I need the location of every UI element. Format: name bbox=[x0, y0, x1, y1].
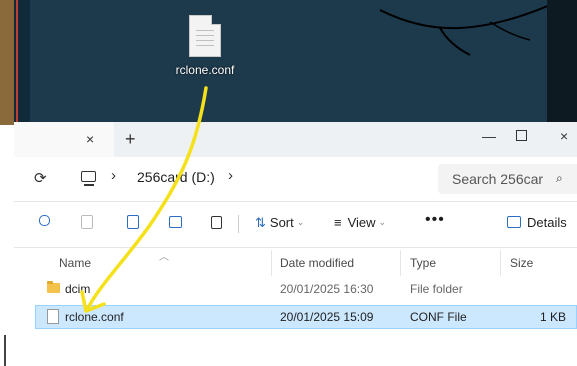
chevron-right-icon[interactable]: › bbox=[228, 167, 233, 184]
view-icon: ≡ bbox=[334, 215, 342, 230]
column-type[interactable]: Type bbox=[410, 256, 436, 270]
breadcrumb-drive[interactable]: 256card (D:) bbox=[137, 169, 215, 185]
refresh-icon[interactable]: ⟳ bbox=[34, 169, 47, 187]
close-tab-icon[interactable]: × bbox=[86, 131, 94, 147]
new-tab-icon[interactable]: + bbox=[125, 129, 136, 150]
search-input[interactable]: Search 256car ⌕ bbox=[438, 164, 577, 194]
column-header-row: ︿ Name Date modified Type Size bbox=[14, 248, 577, 276]
file-type: CONF File bbox=[410, 310, 467, 324]
address-bar: ⟳ › 256card (D:) › Search 256car ⌕ bbox=[14, 157, 577, 202]
file-explorer-window: × + — × ⟳ › 256card (D:) › Search 256car… bbox=[14, 122, 577, 366]
column-divider[interactable] bbox=[271, 250, 272, 276]
view-button[interactable]: ≡ View ⌄ bbox=[334, 215, 386, 230]
maximize-icon[interactable] bbox=[516, 130, 527, 141]
details-button[interactable]: Details bbox=[507, 215, 567, 230]
column-divider[interactable] bbox=[400, 250, 401, 276]
folder-icon bbox=[47, 281, 60, 293]
file-name: dcim bbox=[65, 282, 91, 296]
column-date-modified[interactable]: Date modified bbox=[280, 256, 354, 270]
wallpaper-branch bbox=[380, 4, 550, 56]
new-icon[interactable] bbox=[36, 213, 54, 231]
chevron-right-icon[interactable]: › bbox=[111, 167, 116, 184]
desktop-wallpaper-line bbox=[16, 0, 18, 125]
view-label: View bbox=[347, 215, 376, 230]
file-type: File folder bbox=[410, 282, 463, 296]
file-size: 1 KB bbox=[540, 310, 567, 324]
sort-caret-icon: ︿ bbox=[159, 252, 169, 263]
desktop-file-label: rclone.conf bbox=[175, 63, 235, 77]
chevron-down-icon: ⌄ bbox=[296, 217, 305, 227]
column-divider[interactable] bbox=[500, 250, 501, 276]
list-item-rclone-conf[interactable]: rclone.conf 20/01/2025 15:09 CONF File 1… bbox=[35, 305, 577, 329]
file-date: 20/01/2025 16:30 bbox=[280, 282, 374, 296]
file-date: 20/01/2025 15:09 bbox=[280, 310, 374, 324]
search-placeholder: Search 256car bbox=[452, 171, 544, 187]
this-pc-icon[interactable] bbox=[81, 171, 96, 186]
column-name[interactable]: Name bbox=[59, 256, 91, 270]
chevron-down-icon: ⌄ bbox=[378, 217, 387, 227]
more-options-button[interactable]: ••• bbox=[425, 211, 445, 229]
list-item-dcim[interactable]: dcim 20/01/2025 16:30 File folder bbox=[41, 278, 577, 300]
details-label: Details bbox=[527, 215, 567, 230]
share-icon[interactable] bbox=[166, 213, 184, 231]
delete-icon[interactable] bbox=[207, 213, 225, 231]
conf-file-icon bbox=[47, 309, 59, 324]
file-name: rclone.conf bbox=[65, 310, 124, 324]
toolbar-separator bbox=[238, 215, 239, 233]
details-icon bbox=[507, 216, 521, 228]
copy-icon[interactable] bbox=[124, 213, 142, 231]
desktop-wallpaper-edge bbox=[0, 0, 14, 125]
desktop-background: rclone.conf bbox=[0, 0, 577, 125]
tab-current[interactable]: × bbox=[14, 122, 114, 157]
file-icon bbox=[189, 15, 221, 57]
desktop-file-rclone-conf[interactable]: rclone.conf bbox=[165, 15, 245, 77]
sort-label: Sort bbox=[269, 215, 294, 230]
command-bar: ⇅ Sort ⌄ ≡ View ⌄ ••• Details bbox=[14, 201, 577, 248]
search-icon: ⌕ bbox=[556, 171, 563, 185]
sort-button[interactable]: ⇅ Sort ⌄ bbox=[255, 215, 304, 231]
cut-icon[interactable] bbox=[77, 213, 95, 231]
tab-bar: × + — × bbox=[14, 122, 577, 157]
column-size[interactable]: Size bbox=[510, 256, 533, 270]
desktop-wallpaper-right bbox=[547, 0, 577, 125]
minimize-icon[interactable]: — bbox=[482, 128, 496, 144]
close-window-icon[interactable]: × bbox=[560, 128, 568, 144]
window-edge-line bbox=[4, 335, 6, 366]
sort-icon: ⇅ bbox=[255, 215, 266, 230]
